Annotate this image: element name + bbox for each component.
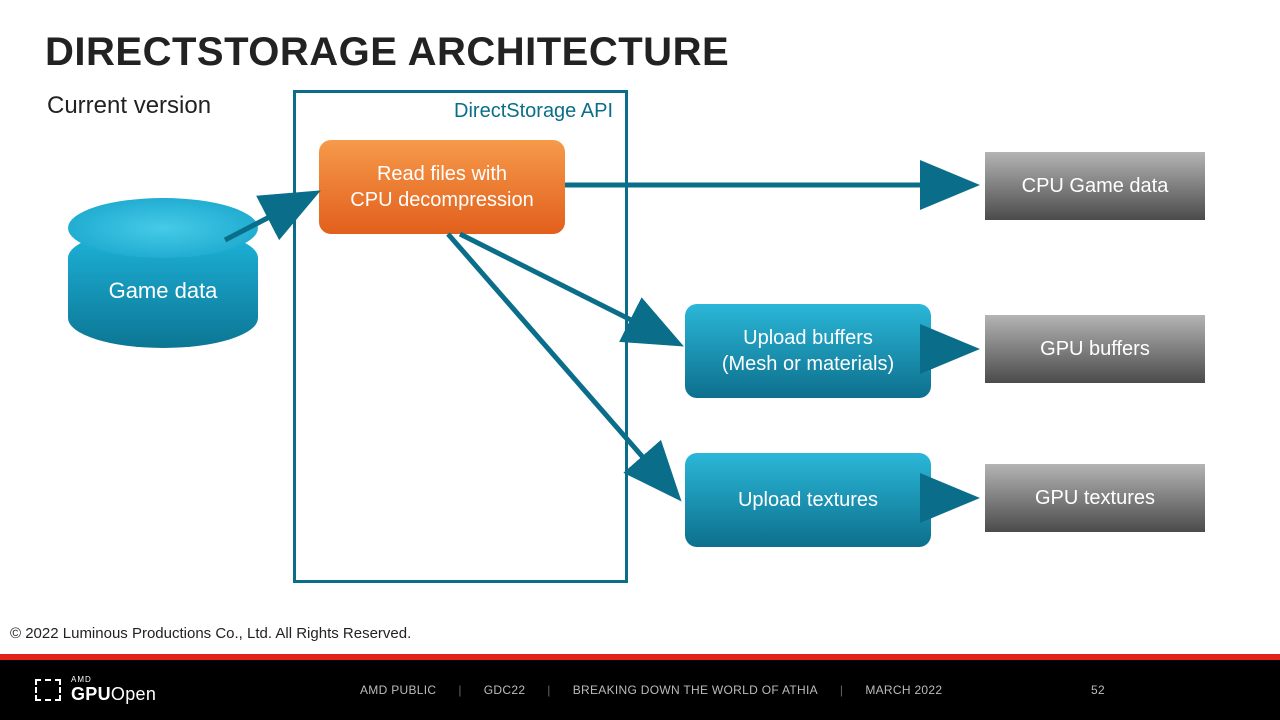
- gpu-textures-block: GPU textures: [985, 464, 1205, 532]
- read-files-line2: CPU decompression: [350, 187, 533, 213]
- upload-buffers-line1: Upload buffers: [743, 325, 873, 351]
- footer-sep: |: [547, 683, 550, 697]
- read-files-block: Read files with CPU decompression: [319, 140, 565, 234]
- cylinder-top: [68, 198, 258, 258]
- cylinder-label: Game data: [68, 278, 258, 304]
- copyright: © 2022 Luminous Productions Co., Ltd. Al…: [10, 625, 411, 642]
- gpu-buffers-block: GPU buffers: [985, 315, 1205, 383]
- slide-subtitle: Current version: [47, 92, 211, 120]
- footer-sep: |: [458, 683, 461, 697]
- gpu-textures-label: GPU textures: [1035, 485, 1155, 511]
- brand-amd: AMD: [71, 676, 156, 684]
- gpuopen-logo: AMD GPUOpen: [35, 676, 156, 705]
- api-label: DirectStorage API: [293, 100, 613, 123]
- chip-icon: [35, 679, 61, 701]
- upload-textures-block: Upload textures: [685, 453, 931, 547]
- page-number: 52: [1091, 660, 1105, 720]
- upload-buffers-line2: (Mesh or materials): [722, 351, 894, 377]
- cpu-game-data-block: CPU Game data: [985, 152, 1205, 220]
- footer-talk: BREAKING DOWN THE WORLD OF ATHIA: [573, 683, 818, 697]
- slide-title: DIRECTSTORAGE ARCHITECTURE: [45, 30, 729, 75]
- cpu-game-data-label: CPU Game data: [1022, 173, 1169, 199]
- upload-buffers-block: Upload buffers (Mesh or materials): [685, 304, 931, 398]
- read-files-line1: Read files with: [377, 161, 507, 187]
- footer-date: MARCH 2022: [865, 683, 942, 697]
- footer-meta: AMD PUBLIC | GDC22 | BREAKING DOWN THE W…: [360, 660, 1280, 720]
- footer: AMD GPUOpen AMD PUBLIC | GDC22 | BREAKIN…: [0, 660, 1280, 720]
- footer-classification: AMD PUBLIC: [360, 683, 436, 697]
- gpu-buffers-label: GPU buffers: [1040, 336, 1150, 362]
- upload-textures-label: Upload textures: [738, 487, 878, 513]
- brand-gpu: GPU: [71, 684, 111, 704]
- footer-event: GDC22: [484, 683, 526, 697]
- brand-open: Open: [111, 684, 156, 704]
- footer-sep: |: [840, 683, 843, 697]
- game-data-cylinder: Game data: [68, 198, 258, 378]
